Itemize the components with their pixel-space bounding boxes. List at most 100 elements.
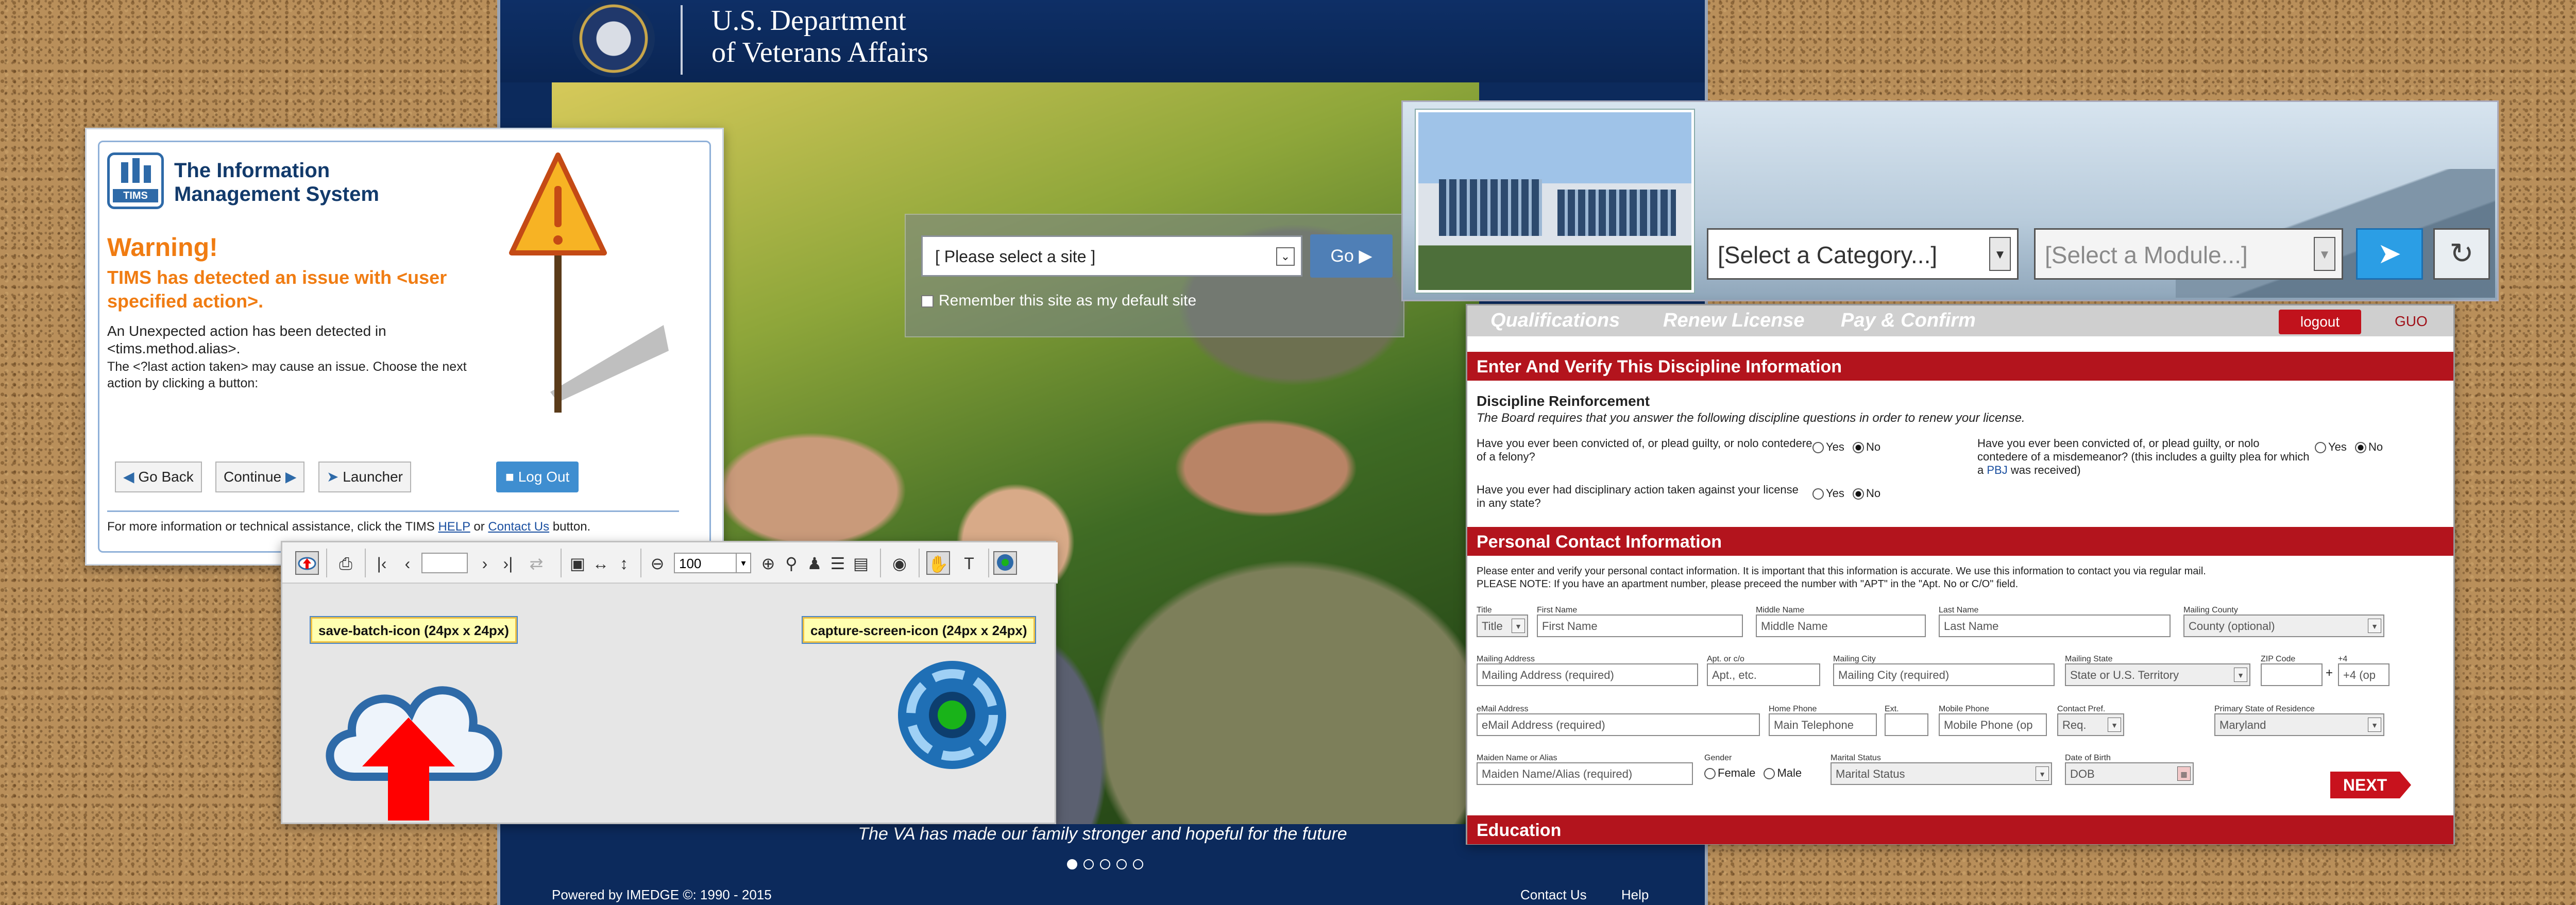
first-page-icon[interactable]: |‹ [370, 551, 394, 575]
document-icon[interactable]: ▤ [849, 551, 873, 575]
county-select[interactable]: County (optional) ▼ [2183, 614, 2384, 637]
mobile-phone-input[interactable]: Mobile Phone (op [1939, 713, 2047, 736]
site-select[interactable]: [ Please select a site ] ⌄ [921, 235, 1302, 277]
carousel-dots [1067, 859, 1149, 872]
logout-button[interactable]: logout [2279, 310, 2361, 334]
capture-screen-icon[interactable] [993, 551, 1017, 575]
radio-yes[interactable] [2315, 442, 2326, 454]
q-felony-radios: Yes No [1807, 440, 1880, 454]
marital-select[interactable]: Marital Status ▼ [1831, 762, 2052, 785]
refresh-button[interactable]: ↻ [2433, 228, 2490, 280]
binoculars-icon[interactable]: ◉ [888, 551, 911, 575]
save-batch-tooltip: save-batch-icon (24px x 24px) [311, 617, 517, 643]
radio-no[interactable] [1853, 442, 1865, 454]
radio-no[interactable] [1853, 488, 1865, 500]
residence-select[interactable]: Maryland ▼ [2214, 713, 2384, 736]
dob-input[interactable]: DOB ▦ [2065, 762, 2194, 785]
zip-input[interactable] [2261, 663, 2323, 686]
state-select[interactable]: State or U.S. Territory ▼ [2065, 663, 2250, 686]
help-link[interactable]: Help [1621, 887, 1649, 902]
middle-name-input[interactable]: Middle Name [1756, 614, 1926, 637]
mobile-phone-label: Mobile Phone [1939, 705, 1989, 713]
title-select[interactable]: Title ▼ [1477, 614, 1528, 637]
chevron-down-icon: ▼ [2234, 668, 2247, 682]
radio-yes[interactable] [1812, 488, 1824, 500]
print-icon[interactable]: ⎙ [334, 551, 358, 575]
log-out-button[interactable]: ■ Log Out [496, 462, 579, 492]
carousel-dot[interactable] [1116, 859, 1127, 869]
module-select[interactable]: [Select a Module...] ▼ [2034, 228, 2343, 280]
contact-pref-select[interactable]: Req. ▼ [2057, 713, 2124, 736]
apt-label: Apt. or c/o [1707, 655, 1744, 663]
yes-label: Yes [2328, 440, 2347, 453]
radio-male[interactable] [1764, 768, 1775, 780]
carousel-dot[interactable] [1083, 859, 1094, 869]
radio-female[interactable] [1704, 768, 1716, 780]
launcher-button[interactable]: ➤ Launcher [318, 462, 412, 492]
calendar-icon[interactable]: ▦ [2177, 766, 2191, 781]
address-input[interactable]: Mailing Address (required) [1477, 663, 1698, 686]
save-batch-icon[interactable] [295, 551, 319, 575]
text-select-icon[interactable]: T [957, 551, 981, 575]
city-input[interactable]: Mailing City (required) [1833, 663, 2055, 686]
plus4-input[interactable]: +4 (op [2338, 663, 2389, 686]
page-number-input[interactable] [421, 553, 468, 573]
previous-page-icon[interactable]: ‹ [396, 551, 419, 575]
radio-yes[interactable] [1812, 442, 1824, 454]
actual-size-icon[interactable]: ▣ [566, 551, 589, 575]
ext-input[interactable] [1885, 713, 1928, 736]
carousel-dot[interactable] [1133, 859, 1143, 869]
category-select[interactable]: [Select a Category...] ▼ [1707, 228, 2019, 280]
step-renew-license[interactable]: Renew License [1663, 310, 1805, 332]
magnify-icon[interactable]: ⚲ [779, 551, 803, 575]
warning-heading: Warning! [107, 233, 218, 262]
va-title-line2: of Veterans Affairs [711, 37, 928, 69]
apt-input[interactable]: Apt., etc. [1707, 663, 1820, 686]
tims-brand-line1: The Information [174, 159, 330, 182]
go-back-button[interactable]: ◀ Go Back [115, 462, 202, 492]
warning-message-2: The <?last action taken> may cause an is… [107, 360, 467, 390]
last-name-input[interactable]: Last Name [1939, 614, 2171, 637]
go-button-label: Go [1330, 246, 1354, 266]
fit-page-icon[interactable]: ↕ [612, 551, 636, 575]
email-input[interactable]: eMail Address (required) [1477, 713, 1760, 736]
go-button[interactable]: Go ▶ [1310, 234, 1393, 278]
zoom-in-icon[interactable]: ⊕ [756, 551, 780, 575]
maiden-input[interactable]: Maiden Name/Alias (required) [1477, 762, 1693, 785]
zoom-select[interactable]: 100 ▾ [674, 553, 751, 573]
checkbox-box[interactable] [921, 295, 934, 308]
carousel-dot[interactable] [1067, 859, 1077, 869]
send-button[interactable]: ➤ [2356, 228, 2423, 280]
pbj-link[interactable]: PBJ [1987, 464, 2007, 476]
next-button[interactable]: NEXT [2330, 772, 2411, 798]
toolbar-separator [365, 549, 366, 577]
step-qualifications[interactable]: Qualifications [1490, 310, 1620, 332]
continue-button[interactable]: Continue ▶ [215, 462, 305, 492]
help-link[interactable]: HELP [438, 520, 470, 534]
back-forward-icon[interactable]: ⇄ [524, 551, 548, 575]
contact-us-link[interactable]: Contact Us [488, 520, 549, 534]
step-pay-confirm[interactable]: Pay & Confirm [1841, 310, 1976, 332]
zoom-out-icon[interactable]: ⊖ [646, 551, 669, 575]
remember-site-checkbox[interactable]: Remember this site as my default site [921, 292, 1196, 310]
category-select-value: [Select a Category...] [1718, 242, 1938, 268]
carousel-dot[interactable] [1100, 859, 1110, 869]
last-page-icon[interactable]: ›| [496, 551, 520, 575]
radio-no[interactable] [2355, 442, 2367, 454]
continue-label: Continue [224, 469, 282, 485]
county-value: County (optional) [2189, 620, 2275, 633]
next-page-icon[interactable]: › [473, 551, 497, 575]
rocket-icon: ➤ [327, 469, 339, 485]
home-phone-input[interactable]: Main Telephone [1769, 713, 1877, 736]
fit-width-icon[interactable]: ↔ [589, 551, 613, 575]
hand-tool-icon[interactable]: ✋ [926, 551, 950, 575]
layers-icon[interactable]: ☰ [826, 551, 850, 575]
viewer-toolbar: ⎙ |‹ ‹ › ›| ⇄ ▣ ↔ ↕ ⊖ 100 ▾ ⊕ ⚲ ♟ ☰ ▤ ◉ … [282, 542, 1058, 584]
contact-us-link[interactable]: Contact Us [1520, 887, 1587, 902]
first-name-input[interactable]: First Name [1537, 614, 1743, 637]
dob-value: DOB [2070, 767, 2095, 780]
lock-icon: ■ [505, 469, 514, 485]
person-icon[interactable]: ♟ [803, 551, 826, 575]
residence-label: Primary State of Residence [2214, 705, 2315, 713]
chevron-down-icon: ▾ [736, 554, 750, 572]
